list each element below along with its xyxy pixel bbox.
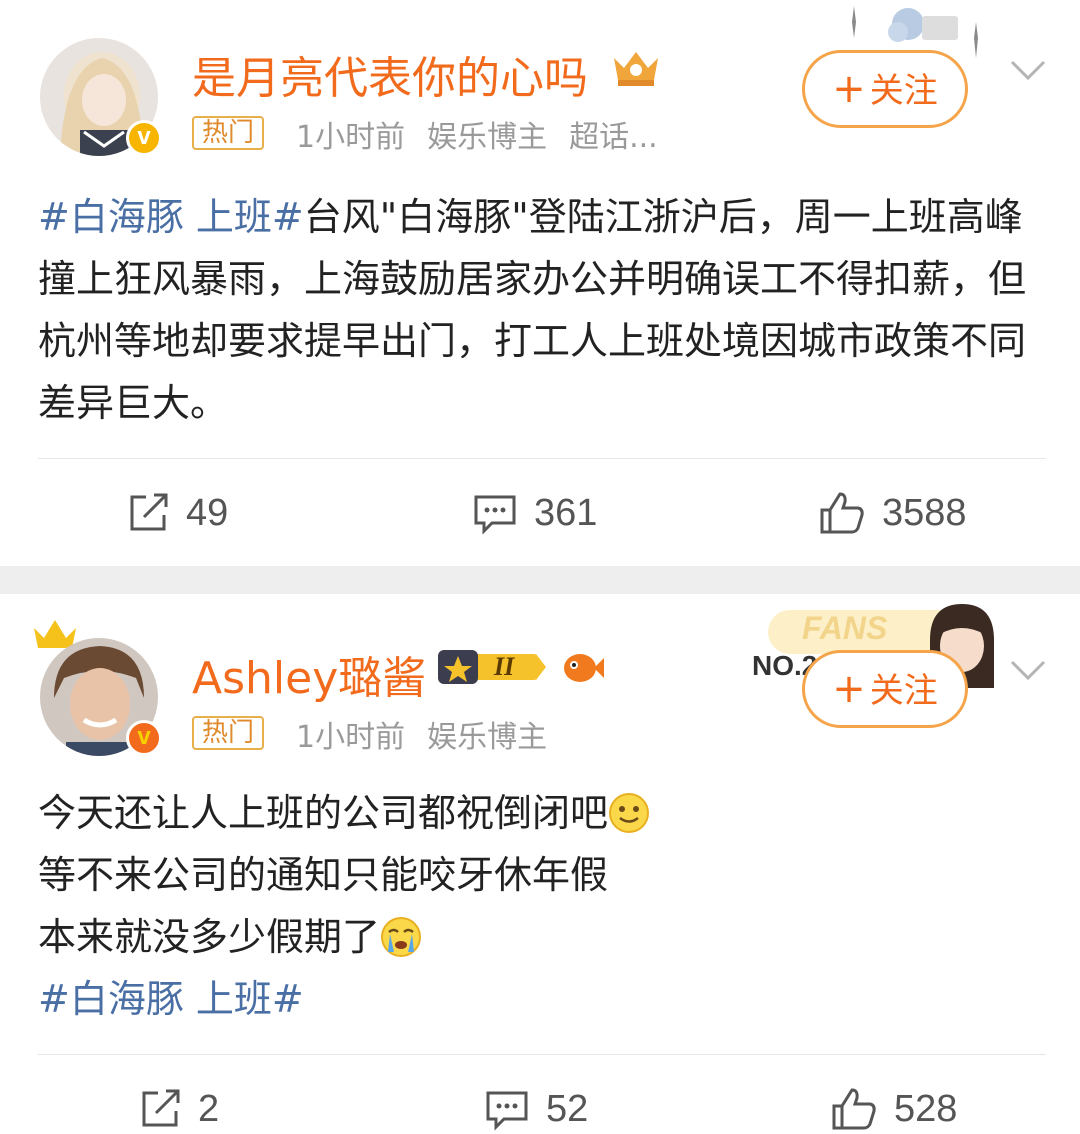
username[interactable]: 是月亮代表你的心吗	[192, 42, 588, 106]
comment-icon	[474, 495, 516, 535]
verified-icon	[126, 720, 162, 756]
hot-badge: 热门	[192, 116, 265, 150]
post-time: 1小时前	[296, 720, 406, 755]
like-button[interactable]: 3588	[818, 488, 967, 538]
post-meta: 1小时前 娱乐博主	[296, 712, 569, 756]
post-line: 等不来公司的通知只能咬牙休年假	[38, 844, 1048, 906]
like-icon	[832, 1088, 876, 1130]
like-count: 528	[894, 1087, 958, 1130]
verified-icon	[126, 120, 162, 156]
hot-badge: 热门	[192, 716, 265, 750]
chevron-down-icon[interactable]	[1008, 50, 1048, 90]
divider	[38, 458, 1046, 459]
post-card: Ashley璐酱 II 热门 1小时前娱乐博主 FANS NO.2 +关注	[0, 594, 1080, 1133]
follow-label: 关注	[869, 671, 938, 711]
like-icon	[820, 492, 864, 534]
comment-count: 361	[534, 491, 598, 534]
divider	[38, 1054, 1046, 1055]
post-line: 本来就没多少假期了	[38, 906, 1048, 968]
post-line: 今天还让人上班的公司都祝倒闭吧	[38, 782, 1048, 844]
post-meta: 1小时前 娱乐博主 超话...	[296, 112, 680, 156]
crown-icon	[614, 52, 658, 86]
repost-icon	[142, 1089, 180, 1127]
author-role: 娱乐博主	[427, 720, 548, 755]
post-content: #白海豚 上班#台风"白海豚"登陆江浙沪后，周一上班高峰撞上狂风暴雨，上海鼓励居…	[38, 186, 1048, 434]
comment-icon	[486, 1091, 528, 1131]
post-text: 等不来公司的通知只能咬牙休年假	[38, 853, 609, 897]
fish-icon	[564, 654, 604, 682]
follow-label: 关注	[869, 71, 938, 111]
post-text: 本来就没多少假期了	[38, 915, 381, 959]
post-separator	[0, 566, 1080, 594]
like-button[interactable]: 528	[830, 1084, 957, 1134]
repost-count: 2	[198, 1087, 220, 1130]
post-time: 1小时前	[296, 120, 406, 155]
like-count: 3588	[882, 491, 967, 534]
comment-count: 52	[546, 1087, 589, 1130]
level-text: II	[494, 652, 515, 681]
smile-emoji	[609, 793, 650, 833]
repost-icon	[130, 493, 168, 531]
fans-label: FANS	[802, 610, 888, 646]
crying-emoji	[381, 917, 422, 957]
hashtag-link[interactable]: #白海豚 上班#	[38, 977, 304, 1021]
post-line: #白海豚 上班#	[38, 968, 1048, 1030]
repost-count: 49	[186, 491, 229, 534]
post-text: 今天还让人上班的公司都祝倒闭吧	[38, 791, 609, 835]
plus-icon: +	[832, 666, 866, 712]
avatar[interactable]	[40, 638, 162, 756]
repost-button[interactable]: 49	[126, 488, 228, 538]
chevron-down-icon[interactable]	[1008, 650, 1048, 690]
username[interactable]: Ashley璐酱	[192, 642, 426, 706]
repost-button[interactable]: 2	[138, 1084, 219, 1134]
post-content: 今天还让人上班的公司都祝倒闭吧 等不来公司的通知只能咬牙休年假 本来就没多少假期…	[38, 782, 1048, 1030]
comment-button[interactable]: 52	[484, 1084, 588, 1134]
avatar[interactable]	[40, 38, 162, 156]
follow-button[interactable]: + 关注	[802, 50, 968, 128]
hashtag-link[interactable]: #白海豚 上班#	[38, 195, 304, 239]
follow-button[interactable]: + 关注	[802, 650, 968, 728]
topic-link[interactable]: 超话...	[569, 120, 658, 155]
comment-button[interactable]: 361	[472, 488, 597, 538]
author-role: 娱乐博主	[427, 120, 548, 155]
level-badge: II	[436, 648, 548, 686]
plus-icon: +	[832, 66, 866, 112]
post-card: 是月亮代表你的心吗 热门 1小时前娱乐博主超话... +关注 #白海豚 上班#台…	[0, 0, 1080, 566]
